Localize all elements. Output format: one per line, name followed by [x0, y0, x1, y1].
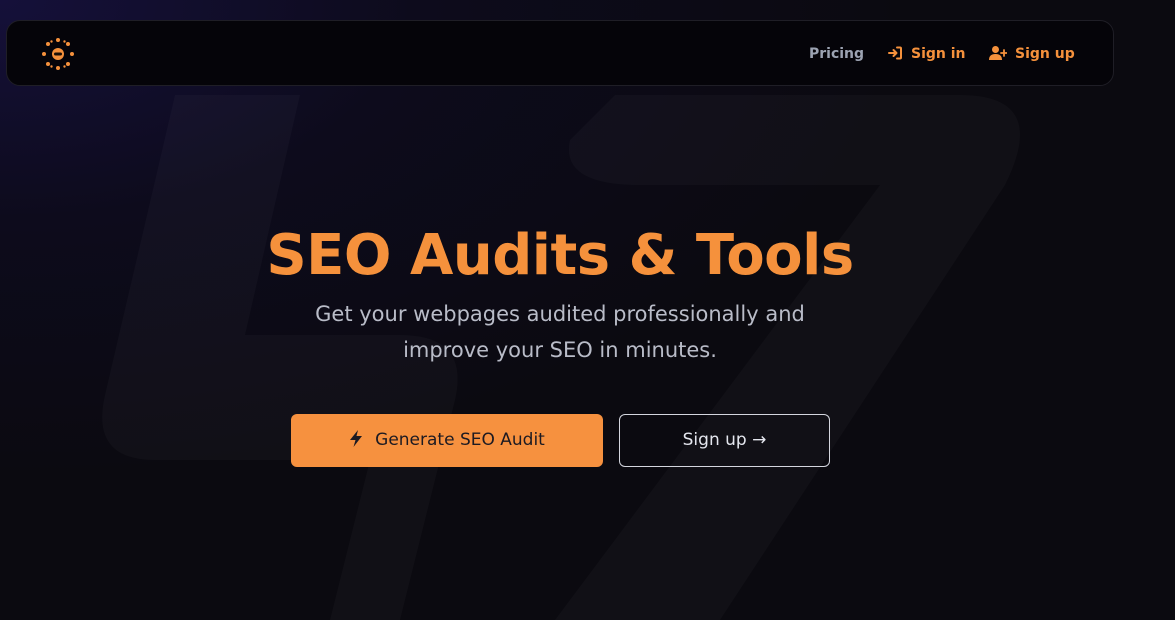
page: Pricing Sign in Sign up SEO Audits & Too… — [0, 0, 1175, 620]
nav-sign-in-link[interactable]: Sign in — [887, 45, 966, 63]
nav-sign-up-label: Sign up — [1015, 46, 1075, 62]
user-plus-icon — [989, 46, 1008, 60]
navbar: Pricing Sign in Sign up — [6, 20, 1114, 86]
hero-subtitle: Get your webpages audited professionally… — [315, 302, 805, 362]
sun-logo-icon[interactable] — [41, 37, 75, 71]
generate-seo-audit-label: Generate SEO Audit — [375, 430, 545, 450]
sign-in-arrow-icon — [888, 46, 902, 60]
nav-sign-up-link[interactable]: Sign up — [989, 45, 1075, 63]
hero-title: SEO Audits & Tools — [266, 223, 854, 288]
nav-sign-in-label: Sign in — [911, 46, 966, 62]
hero-sign-up-button[interactable]: Sign up → — [619, 414, 830, 467]
generate-seo-audit-button[interactable]: Generate SEO Audit — [291, 414, 603, 467]
lightning-bolt-icon — [350, 430, 363, 447]
nav-pricing-link[interactable]: Pricing — [809, 45, 864, 63]
